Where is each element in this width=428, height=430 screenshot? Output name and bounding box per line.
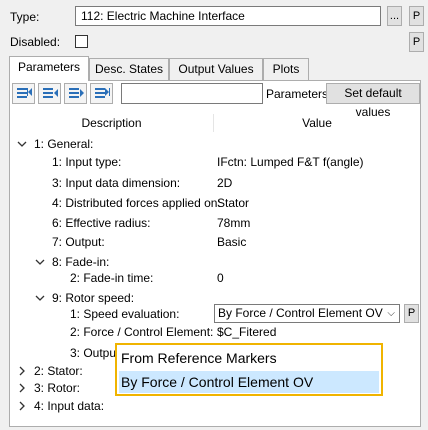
- chevron-down-icon[interactable]: [16, 138, 28, 150]
- input-type-label: 1: Input type:: [52, 155, 122, 169]
- input-dimension-value[interactable]: 2D: [217, 174, 232, 192]
- tab-plots[interactable]: Plots: [263, 58, 309, 80]
- first-icon: [17, 88, 32, 98]
- distributed-forces-label: 4: Distributed forces applied on:: [52, 196, 221, 210]
- option-by-force-control-element[interactable]: By Force / Control Element OV: [119, 371, 379, 393]
- tree-node-input-data[interactable]: 4: Input data:: [34, 397, 104, 415]
- set-default-values-button[interactable]: Set default values: [326, 83, 420, 119]
- disabled-checkbox[interactable]: [75, 35, 88, 48]
- value-column-header[interactable]: Value: [214, 112, 420, 134]
- first-button[interactable]: [12, 83, 35, 104]
- parameters-label: Parameters:: [266, 87, 332, 101]
- speed-evaluation-dropdown[interactable]: By Force / Control Element OV ⌵: [214, 304, 400, 323]
- option-from-reference-markers[interactable]: From Reference Markers: [119, 347, 379, 369]
- chevron-right-icon[interactable]: [16, 382, 28, 394]
- tab-output-values[interactable]: Output Values: [169, 58, 263, 80]
- effective-radius-value[interactable]: 78mm: [217, 214, 250, 232]
- fade-in-time-value[interactable]: 0: [217, 269, 224, 287]
- description-column-header[interactable]: Description: [10, 112, 213, 134]
- speed-evaluation-label: 1: Speed evaluation:: [70, 307, 180, 321]
- last-icon: [95, 88, 110, 98]
- force-element-label: 2: Force / Control Element:: [70, 325, 214, 339]
- input-dimension-label: 3: Input data dimension:: [52, 176, 181, 190]
- previous-icon: [43, 88, 58, 98]
- chevron-right-icon[interactable]: [16, 365, 28, 377]
- tab-desc-states[interactable]: Desc. States: [89, 58, 169, 80]
- tree-node-stator[interactable]: 2: Stator:: [34, 362, 83, 380]
- chevron-down-icon[interactable]: [34, 256, 46, 268]
- dropdown-arrow-icon: ⌵: [387, 308, 395, 319]
- disabled-label: Disabled:: [10, 35, 61, 49]
- browse-button[interactable]: ...: [387, 6, 402, 26]
- disabled-p-button[interactable]: P: [409, 32, 424, 52]
- output-value[interactable]: Basic: [217, 233, 246, 251]
- tab-parameters[interactable]: Parameters: [9, 56, 89, 81]
- type-field[interactable]: 112: Electric Machine Interface: [75, 6, 381, 26]
- output-truncated-label: 3: Outpu: [70, 346, 117, 360]
- search-input[interactable]: [121, 83, 263, 104]
- chevron-down-icon[interactable]: [34, 292, 46, 304]
- effective-radius-label: 6: Effective radius:: [52, 216, 151, 230]
- tree-node-rotor[interactable]: 3: Rotor:: [34, 379, 80, 397]
- output-label: 7: Output:: [52, 235, 105, 249]
- speed-evaluation-value: By Force / Control Element OV: [218, 306, 383, 320]
- chevron-right-icon[interactable]: [16, 400, 28, 412]
- distributed-forces-value[interactable]: Stator: [217, 194, 249, 212]
- last-button[interactable]: [90, 83, 113, 104]
- next-icon: [69, 88, 84, 98]
- force-element-value[interactable]: $C_Fitered: [217, 323, 276, 341]
- speed-evaluation-p-button[interactable]: P: [404, 304, 419, 323]
- speed-evaluation-options-popup: From Reference Markers By Force / Contro…: [115, 343, 383, 396]
- input-type-value[interactable]: IFctn: Lumped F&T f(angle): [217, 153, 364, 171]
- next-button[interactable]: [64, 83, 87, 104]
- tree-node-general[interactable]: 1: General:: [34, 135, 93, 153]
- type-label: Type:: [10, 10, 40, 24]
- type-p-button[interactable]: P: [409, 6, 424, 26]
- previous-button[interactable]: [38, 83, 61, 104]
- fade-in-time-label: 2: Fade-in time:: [70, 271, 154, 285]
